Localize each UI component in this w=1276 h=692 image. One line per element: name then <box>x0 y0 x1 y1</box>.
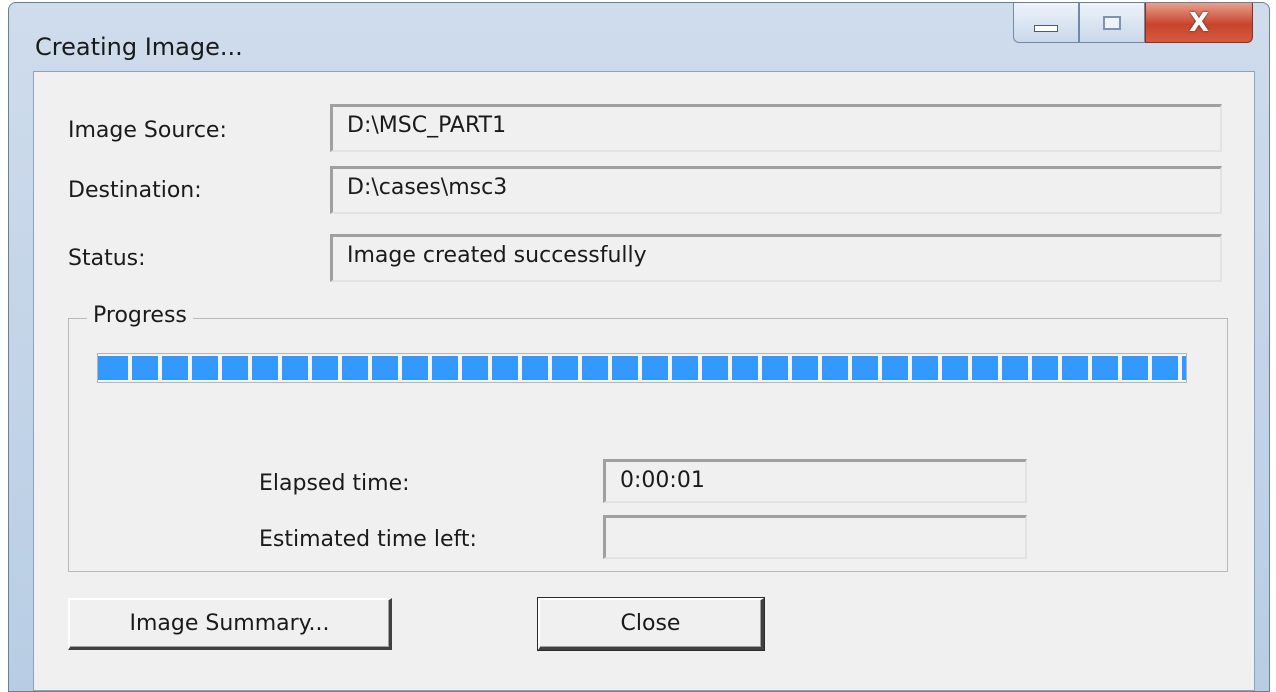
elapsed-time-label: Elapsed time: <box>259 471 410 496</box>
window-title: Creating Image... <box>35 33 243 61</box>
destination-field[interactable]: D:\cases\msc3 <box>330 166 1222 214</box>
close-button[interactable]: Close <box>537 597 765 651</box>
window-controls: X <box>1013 3 1253 43</box>
estimated-time-left-field[interactable] <box>603 515 1027 559</box>
image-source-label: Image Source: <box>68 118 227 143</box>
close-window-button[interactable]: X <box>1145 3 1253 43</box>
progress-bar <box>97 353 1187 383</box>
maximize-icon <box>1103 15 1121 30</box>
progress-bar-fill <box>98 354 1186 382</box>
maximize-button[interactable] <box>1079 3 1145 43</box>
status-field[interactable]: Image created successfully <box>330 234 1222 282</box>
minimize-icon <box>1034 25 1058 32</box>
dialog-window: Creating Image... X Image Source: D:\MSC… <box>8 2 1270 692</box>
estimated-time-left-label: Estimated time left: <box>259 527 477 552</box>
dialog-body: Image Source: D:\MSC_PART1 Destination: … <box>33 71 1255 691</box>
progress-group: Progress Elapsed time: 0:00:01 Estimated… <box>68 303 1228 572</box>
image-summary-button[interactable]: Image Summary... <box>68 598 392 650</box>
close-icon: X <box>1188 7 1210 38</box>
elapsed-time-field[interactable]: 0:00:01 <box>603 459 1027 503</box>
destination-label: Destination: <box>68 178 202 203</box>
image-source-field[interactable]: D:\MSC_PART1 <box>330 104 1222 152</box>
minimize-button[interactable] <box>1013 3 1079 43</box>
status-label: Status: <box>68 246 146 271</box>
progress-group-title: Progress <box>87 303 193 328</box>
